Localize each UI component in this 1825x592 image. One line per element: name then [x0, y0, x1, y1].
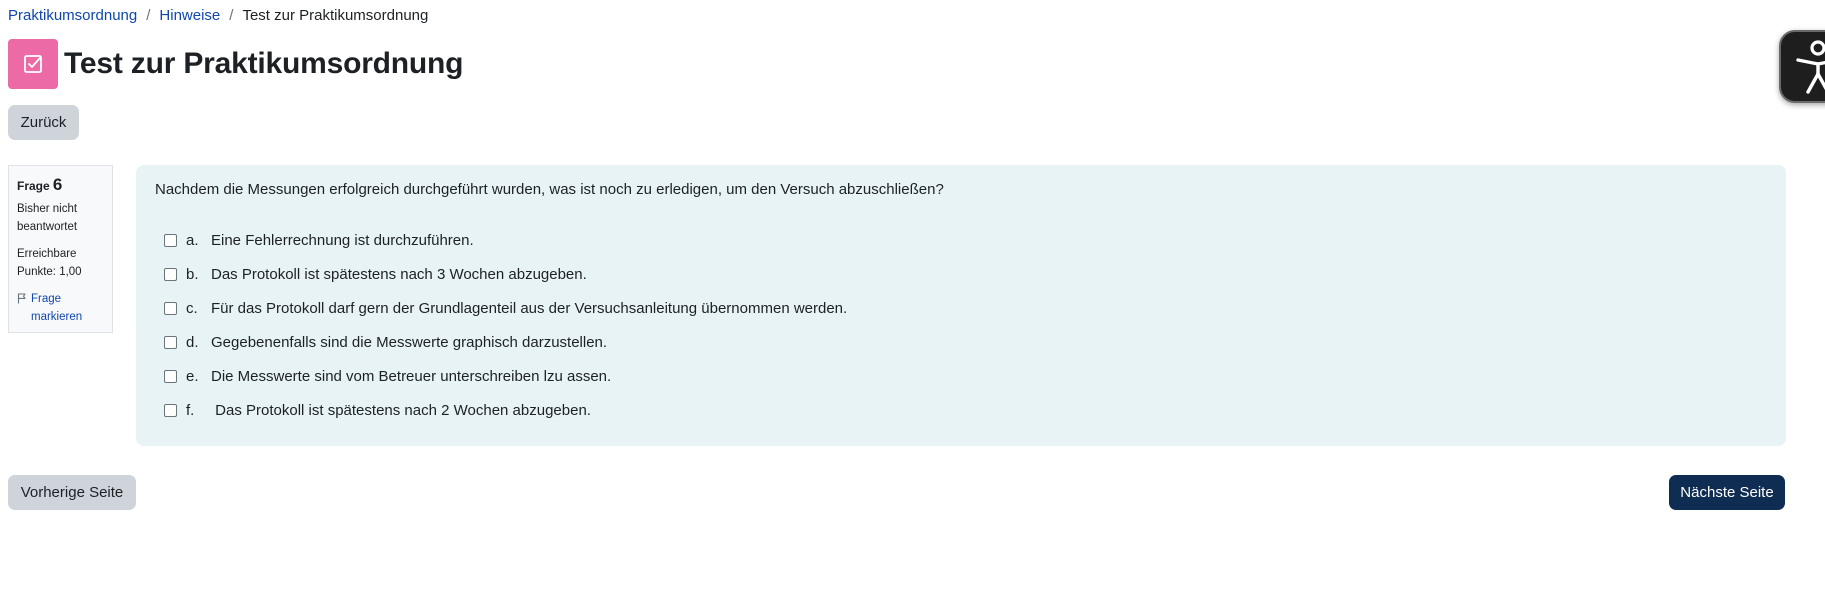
answer-checkbox[interactable] — [164, 267, 177, 281]
answer-text: Das Protokoll ist spätestens nach 2 Woch… — [211, 401, 591, 419]
back-button[interactable]: Zurück — [8, 105, 79, 140]
breadcrumb-link-hinweise[interactable]: Hinweise — [159, 7, 220, 24]
answer-checkbox[interactable] — [164, 301, 177, 315]
answer-letter: d. — [186, 333, 199, 351]
answer-checkbox[interactable] — [164, 233, 177, 247]
page-header: Test zur Praktikumsordnung — [8, 39, 464, 89]
accessibility-widget-button[interactable] — [1779, 30, 1825, 103]
question-label: Frage — [17, 179, 50, 193]
answer-option-b[interactable]: b. Das Protokoll ist spätestens nach 3 W… — [164, 257, 1767, 291]
quiz-checkbox-icon — [8, 39, 58, 89]
answer-text: Das Protokoll ist spätestens nach 3 Woch… — [211, 265, 587, 283]
accessibility-person-icon — [1796, 39, 1825, 94]
answer-checkbox[interactable] — [164, 335, 177, 349]
question-points: Erreichbare Punkte: 1,00 — [17, 248, 82, 278]
answer-text: Für das Protokoll darf gern der Grundlag… — [211, 299, 848, 317]
answer-letter: a. — [186, 231, 199, 249]
question-content: Nachdem die Messungen erfolgreich durchg… — [136, 165, 1786, 446]
answer-option-a[interactable]: a. Eine Fehlerrechnung ist durchzuführen… — [164, 223, 1767, 257]
answer-option-c[interactable]: c. Für das Protokoll darf gern der Grund… — [164, 291, 1767, 325]
breadcrumb-separator: / — [146, 7, 151, 24]
question-info-panel: Frage 6 Bisher nicht beantwortet Erreich… — [8, 165, 113, 333]
answer-option-f[interactable]: f. Das Protokoll ist spätestens nach 2 W… — [164, 393, 1767, 427]
question-number: 6 — [52, 175, 63, 194]
answer-letter: f. — [186, 401, 195, 419]
previous-page-button[interactable]: Vorherige Seite — [8, 475, 136, 510]
breadcrumb: Praktikumsordnung / Hinweise / Test zur … — [8, 7, 428, 24]
breadcrumb-current: Test zur Praktikumsordnung — [242, 7, 429, 24]
answer-option-e[interactable]: e. Die Messwerte sind vom Betreuer unter… — [164, 359, 1767, 393]
flag-icon — [17, 293, 26, 304]
answer-list: a. Eine Fehlerrechnung ist durchzuführen… — [155, 223, 1767, 427]
question-number-row: Frage 6 — [17, 176, 104, 196]
question-text: Nachdem die Messungen erfolgreich durchg… — [155, 181, 944, 198]
breadcrumb-separator: / — [229, 7, 234, 24]
flag-question-link[interactable]: Frage markieren — [17, 290, 104, 326]
breadcrumb-link-praktikumsordnung[interactable]: Praktikumsordnung — [8, 7, 137, 24]
answer-letter: c. — [186, 299, 198, 317]
answer-letter: e. — [186, 367, 199, 385]
answer-checkbox[interactable] — [164, 403, 177, 417]
answer-text: Gegebenenfalls sind die Messwerte graphi… — [211, 333, 608, 351]
flag-question-label: Frage markieren — [31, 293, 83, 323]
answer-option-d[interactable]: d. Gegebenenfalls sind die Messwerte gra… — [164, 325, 1767, 359]
answer-text: Die Messwerte sind vom Betreuer untersch… — [211, 367, 612, 385]
next-page-button[interactable]: Nächste Seite — [1669, 475, 1785, 510]
question-status: Bisher nicht beantwortet — [17, 203, 78, 233]
answer-checkbox[interactable] — [164, 369, 177, 383]
page-title: Test zur Praktikumsordnung — [64, 47, 464, 80]
answer-text: Eine Fehlerrechnung ist durchzuführen. — [211, 231, 474, 249]
answer-letter: b. — [186, 265, 199, 283]
